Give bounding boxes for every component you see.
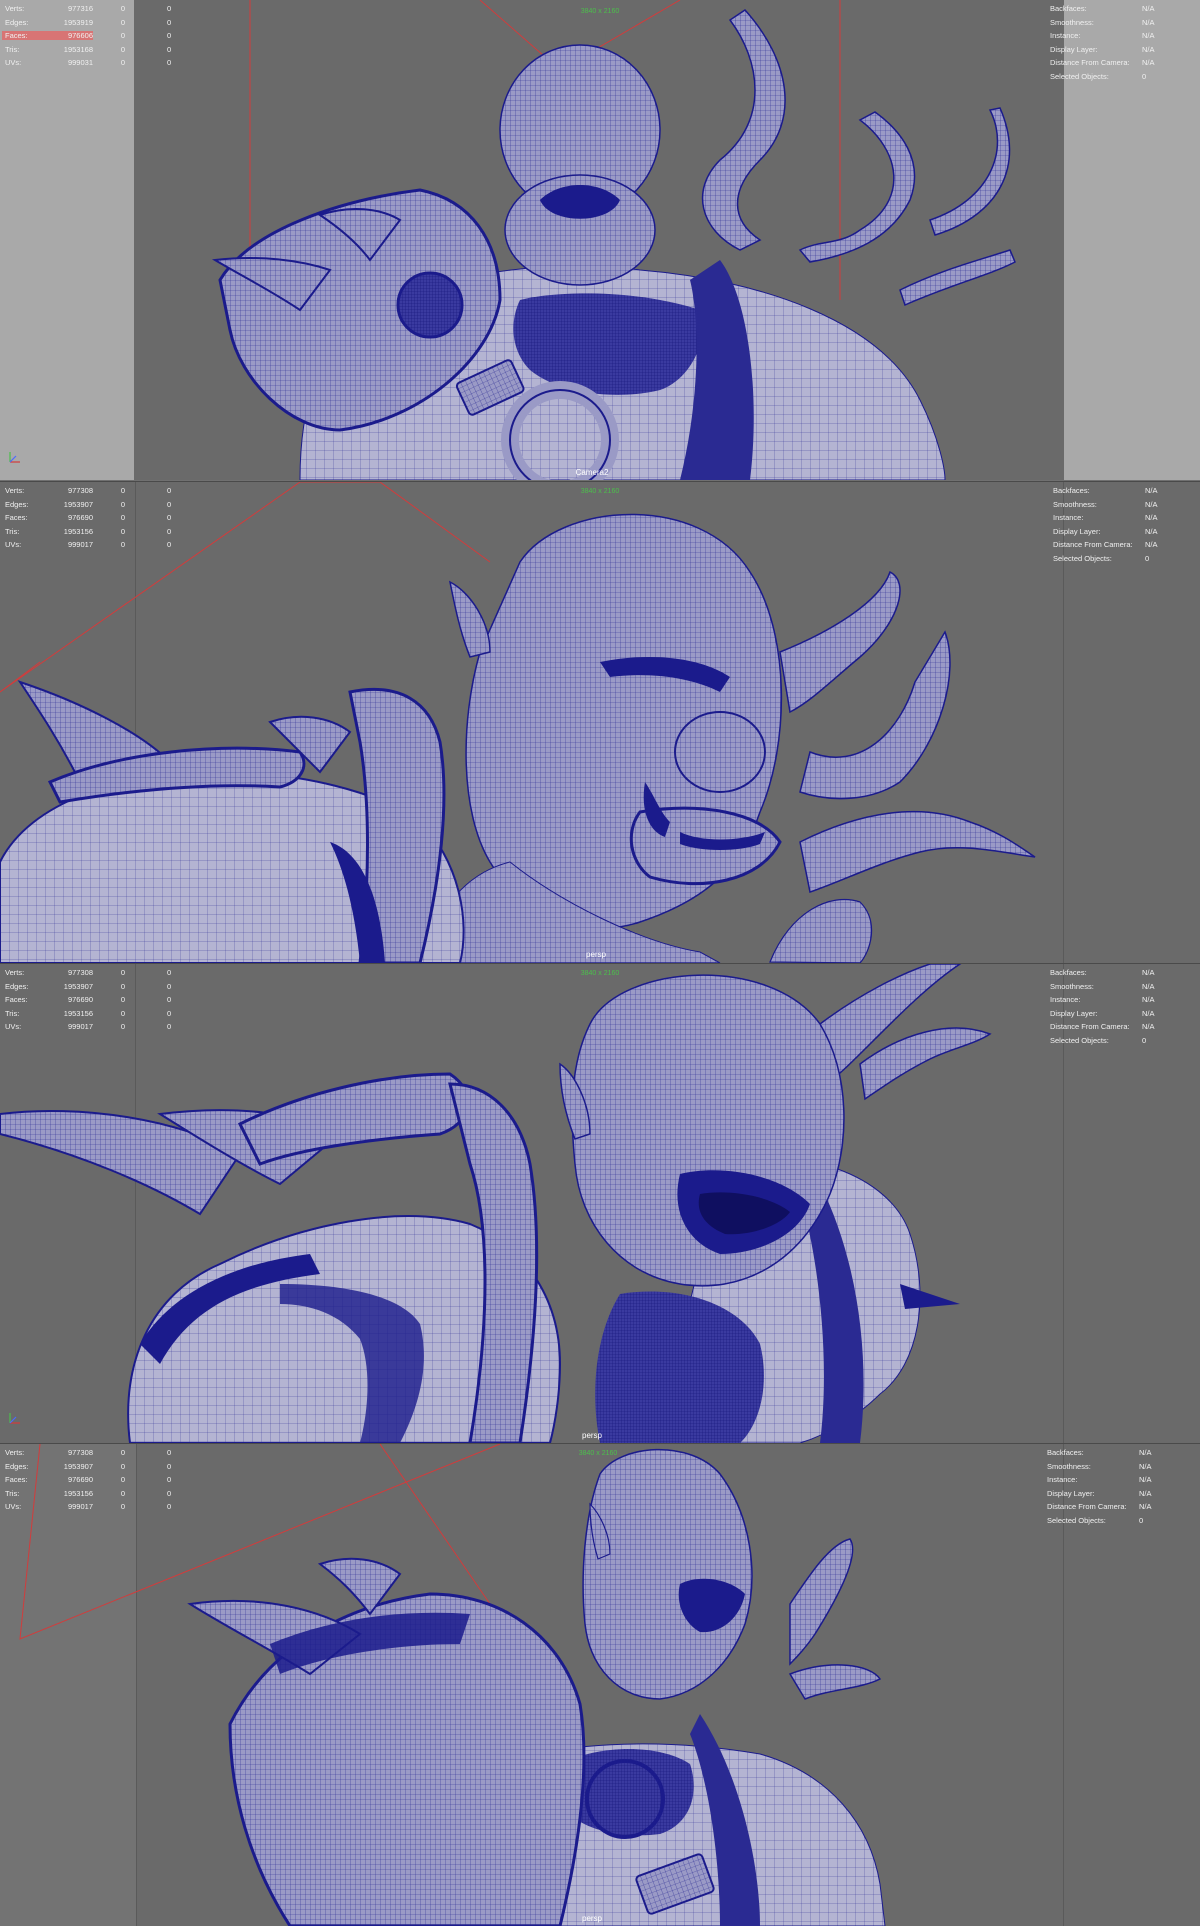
orc-wireframe-model[interactable] — [0, 0, 1200, 480]
orc-wireframe-model[interactable] — [0, 482, 1200, 963]
info-row-instance: Instance: N/A — [1050, 995, 1155, 1005]
camera-name-label: persp — [581, 1914, 603, 1923]
stat-row-uvs: UVs: 999017 0 0 — [5, 1022, 172, 1032]
viewport-panel-1[interactable]: Verts: 977316 0 0 Edges: 1953919 0 0 Faces: 976… — [0, 0, 1200, 480]
info-row-display-layer: Display Layer: N/A — [1047, 1488, 1152, 1498]
info-row-display-layer: Display Layer: N/A — [1050, 1008, 1155, 1018]
info-row-smoothness: Smoothness: N/A — [1053, 499, 1158, 509]
camera-name-label: Camera2 — [575, 468, 609, 477]
stat-row-faces: Faces: 976690 0 0 — [5, 1475, 172, 1485]
stat-row-tris: Tris: 1953156 0 0 — [5, 526, 172, 536]
orc-wireframe-model[interactable] — [0, 1444, 1200, 1926]
object-info-hud: Backfaces: N/A Smoothness: N/A Instance: N/… — [1053, 484, 1175, 565]
info-row-instance: Instance: N/A — [1050, 31, 1155, 41]
info-row-smoothness: Smoothness: N/A — [1047, 1461, 1152, 1471]
info-row-backfaces: Backfaces: N/A — [1050, 968, 1155, 978]
stat-row-uvs: UVs: 999017 0 0 — [5, 1502, 172, 1512]
info-row-display-layer: Display Layer: N/A — [1053, 526, 1158, 536]
info-row-backfaces: Backfaces: N/A — [1047, 1448, 1152, 1458]
viewport-panel-2[interactable]: Verts: 977308 0 0 Edges: 1953907 0 0 Faces: 976… — [0, 481, 1200, 963]
poly-count-hud: Verts: 977308 0 0 Edges: 1953907 0 0 Faces: 976… — [2, 1446, 172, 1514]
info-row-backfaces: Backfaces: N/A — [1050, 4, 1155, 14]
stat-row-faces: Faces: 976606 0 0 — [2, 29, 171, 43]
resolution-gate-label: 3840 x 2160 — [580, 488, 620, 495]
stat-row-verts: Verts: 977308 0 0 — [5, 486, 172, 496]
stat-row-verts: Verts: 977308 0 0 — [5, 968, 172, 978]
info-row-distance: Distance From Camera: N/A — [1050, 1022, 1155, 1032]
info-row-backfaces: Backfaces: N/A — [1053, 486, 1158, 496]
poly-count-hud: Verts: 977316 0 0 Edges: 1953919 0 0 Faces: 976… — [2, 2, 172, 70]
axis-gizmo-icon — [9, 452, 20, 463]
stat-row-edges: Edges: 1953907 0 0 — [5, 1461, 172, 1471]
stat-row-uvs: UVs: 999017 0 0 — [5, 540, 172, 550]
camera-name-label: persp — [581, 1431, 603, 1440]
info-row-smoothness: Smoothness: N/A — [1050, 981, 1155, 991]
info-row-selected: Selected Objects: 0 — [1050, 1035, 1147, 1045]
stat-row-uvs: UVs: 999031 0 0 — [5, 58, 172, 68]
stat-row-edges: Edges: 1953919 0 0 — [5, 17, 172, 27]
stat-row-faces: Faces: 976690 0 0 — [5, 513, 172, 523]
info-row-selected: Selected Objects: 0 — [1050, 71, 1147, 81]
stat-row-verts: Verts: 977308 0 0 — [5, 1448, 172, 1458]
info-row-selected: Selected Objects: 0 — [1047, 1515, 1144, 1525]
stat-row-verts: Verts: 977316 0 0 — [5, 4, 172, 14]
object-info-hud: Backfaces: N/A Smoothness: N/A Instance: N/… — [1047, 1446, 1169, 1527]
info-row-distance: Distance From Camera: N/A — [1053, 540, 1158, 550]
stat-row-edges: Edges: 1953907 0 0 — [5, 981, 172, 991]
resolution-gate-label: 3840 x 2160 — [580, 8, 620, 15]
poly-count-hud: Verts: 977308 0 0 Edges: 1953907 0 0 Faces: 976… — [2, 484, 172, 552]
info-row-distance: Distance From Camera: N/A — [1047, 1502, 1152, 1512]
stat-row-faces: Faces: 976690 0 0 — [5, 995, 172, 1005]
info-row-selected: Selected Objects: 0 — [1053, 553, 1150, 563]
info-row-instance: Instance: N/A — [1053, 513, 1158, 523]
object-info-hud: Backfaces: N/A Smoothness: N/A Instance: N/… — [1050, 2, 1172, 83]
stat-row-tris: Tris: 1953156 0 0 — [5, 1488, 172, 1498]
object-info-hud: Backfaces: N/A Smoothness: N/A Instance: N/… — [1050, 966, 1172, 1047]
stat-row-edges: Edges: 1953907 0 0 — [5, 499, 172, 509]
orc-wireframe-model[interactable] — [0, 964, 1200, 1443]
info-row-instance: Instance: N/A — [1047, 1475, 1152, 1485]
camera-name-label: persp — [585, 950, 607, 959]
info-row-smoothness: Smoothness: N/A — [1050, 17, 1155, 27]
resolution-gate-label: 3840 x 2160 — [578, 1450, 618, 1457]
info-row-distance: Distance From Camera: N/A — [1050, 58, 1155, 68]
viewport-panel-3[interactable]: Verts: 977308 0 0 Edges: 1953907 0 0 Faces: 976… — [0, 963, 1200, 1443]
poly-count-hud: Verts: 977308 0 0 Edges: 1953907 0 0 Faces: 976… — [2, 966, 172, 1034]
resolution-gate-label: 3840 x 2160 — [580, 970, 620, 977]
axis-gizmo-icon — [9, 1413, 20, 1424]
stat-row-tris: Tris: 1953168 0 0 — [5, 44, 172, 54]
stat-row-tris: Tris: 1953156 0 0 — [5, 1008, 172, 1018]
info-row-display-layer: Display Layer: N/A — [1050, 44, 1155, 54]
viewport-panel-4[interactable]: Verts: 977308 0 0 Edges: 1953907 0 0 Faces: 976… — [0, 1443, 1200, 1926]
